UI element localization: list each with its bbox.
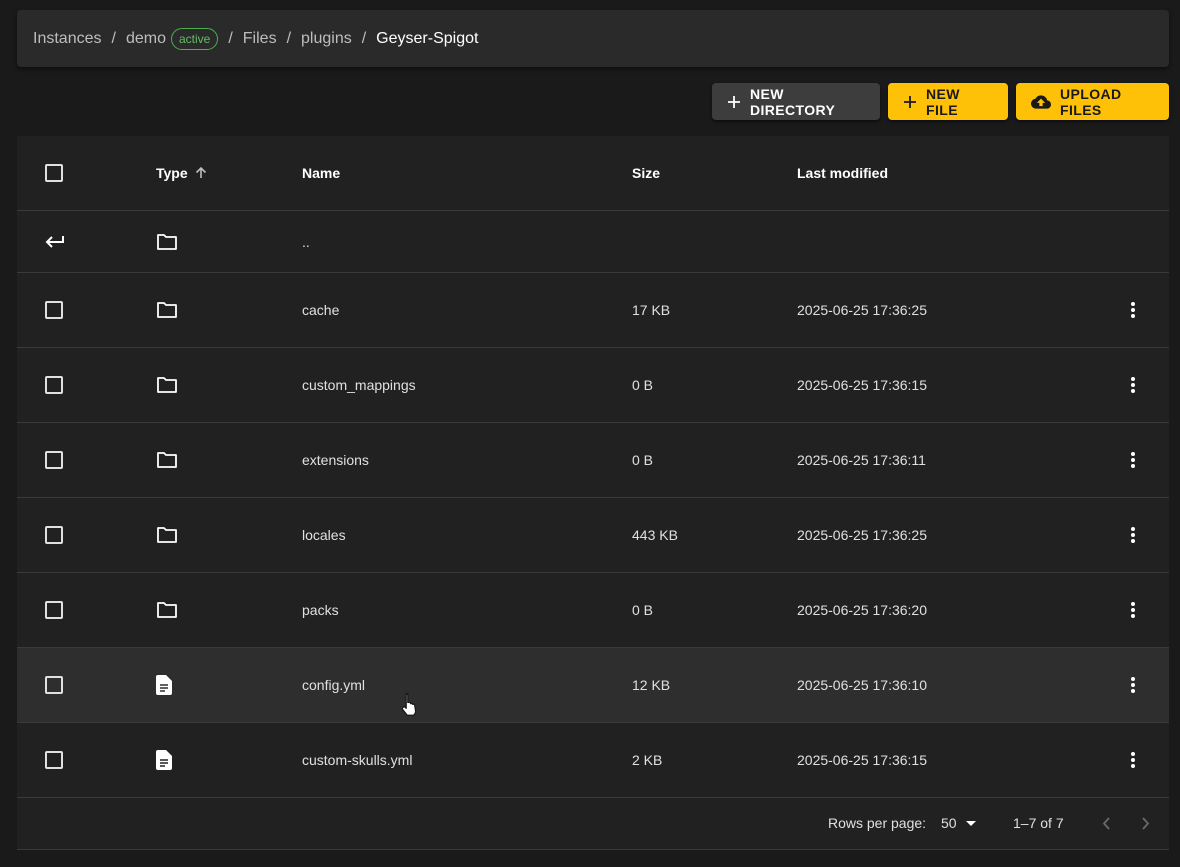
new-directory-button[interactable]: New Directory: [712, 83, 880, 120]
breadcrumb-current: Geyser-Spigot: [376, 29, 479, 47]
table-header: Type Name Size Last modified: [17, 136, 1169, 211]
folder-icon: [156, 498, 178, 572]
more-vert-icon[interactable]: [1121, 523, 1145, 547]
breadcrumb-separator: /: [228, 29, 233, 47]
file-name: locales: [302, 527, 346, 543]
file-modified: 2025-06-25 17:36:15: [797, 752, 927, 768]
arrow-up-icon: [194, 166, 208, 180]
more-vert-icon[interactable]: [1121, 673, 1145, 697]
arrow-drop-down-icon: [965, 820, 976, 826]
folder-icon: [156, 273, 178, 347]
more-vert-icon[interactable]: [1121, 373, 1145, 397]
type-column-header[interactable]: Type: [156, 136, 208, 210]
return-icon: [45, 211, 65, 272]
chevron-right-icon[interactable]: [1136, 797, 1156, 849]
name-column-header[interactable]: Name: [302, 136, 340, 210]
file-name: custom-skulls.yml: [302, 752, 413, 768]
type-header-label: Type: [156, 165, 188, 181]
more-vert-icon[interactable]: [1121, 598, 1145, 622]
file-name: config.yml: [302, 677, 366, 693]
file-name: custom_mappings: [302, 377, 416, 393]
file-size: 443 KB: [632, 527, 678, 543]
new-file-label: New File: [926, 85, 960, 118]
table-row[interactable]: extensions 0 B 2025-06-25 17:36:11: [17, 423, 1169, 498]
row-checkbox[interactable]: [45, 751, 63, 769]
folder-icon: [156, 211, 178, 272]
table-row[interactable]: cache 17 KB 2025-06-25 17:36:25: [17, 273, 1169, 348]
rows-per-page-value: 50: [941, 815, 957, 831]
table-row[interactable]: locales 443 KB 2025-06-25 17:36:25: [17, 498, 1169, 573]
file-size: 0 B: [632, 602, 654, 618]
chevron-left-icon[interactable]: [1096, 797, 1116, 849]
rows-per-page-label: Rows per page:: [828, 815, 927, 831]
status-badge: active: [170, 27, 219, 50]
folder-icon: [156, 573, 178, 647]
file-modified: 2025-06-25 17:36:15: [797, 377, 927, 393]
breadcrumb-plugins[interactable]: plugins: [301, 30, 352, 48]
table-row[interactable]: packs 0 B 2025-06-25 17:36:20: [17, 573, 1169, 648]
toolbar: New Directory New File Upload Files: [712, 83, 1169, 120]
file-name: cache: [302, 302, 340, 318]
file-size: 2 KB: [632, 752, 663, 768]
table-row[interactable]: custom-skulls.yml 2 KB 2025-06-25 17:36:…: [17, 723, 1169, 798]
file-name: packs: [302, 602, 339, 618]
folder-icon: [156, 348, 178, 422]
more-vert-icon[interactable]: [1121, 298, 1145, 322]
file-modified: 2025-06-25 17:36:25: [797, 527, 927, 543]
breadcrumb-files[interactable]: Files: [243, 30, 277, 48]
file-name: extensions: [302, 452, 369, 468]
plus-icon: [727, 95, 741, 109]
row-checkbox[interactable]: [45, 526, 63, 544]
file-size: 17 KB: [632, 302, 671, 318]
parent-directory-row[interactable]: ..: [17, 211, 1169, 273]
file-icon: [156, 723, 172, 797]
more-vert-icon[interactable]: [1121, 448, 1145, 472]
upload-files-label: Upload Files: [1060, 85, 1122, 118]
more-vert-icon[interactable]: [1121, 748, 1145, 772]
row-checkbox[interactable]: [45, 676, 63, 694]
breadcrumb-instances[interactable]: Instances: [33, 30, 101, 48]
file-size: 12 KB: [632, 677, 671, 693]
size-column-header[interactable]: Size: [632, 136, 660, 210]
select-all-checkbox[interactable]: [45, 164, 63, 182]
file-modified: 2025-06-25 17:36:10: [797, 677, 927, 693]
upload-files-button[interactable]: Upload Files: [1016, 83, 1169, 120]
pagination-range: 1–7 of 7: [1013, 815, 1064, 831]
row-checkbox[interactable]: [45, 451, 63, 469]
file-table: Type Name Size Last modified .. cache 17…: [17, 136, 1169, 850]
file-size: 0 B: [632, 452, 654, 468]
parent-directory-name: ..: [302, 233, 310, 250]
file-modified: 2025-06-25 17:36:25: [797, 302, 927, 318]
breadcrumb-separator: /: [111, 29, 116, 47]
modified-column-header[interactable]: Last modified: [797, 136, 888, 210]
row-checkbox[interactable]: [45, 601, 63, 619]
rows-per-page-select[interactable]: 50: [941, 797, 976, 849]
new-file-button[interactable]: New File: [888, 83, 1008, 120]
row-checkbox[interactable]: [45, 376, 63, 394]
new-directory-label: New Directory: [750, 85, 836, 118]
cloud-upload-icon: [1031, 94, 1051, 109]
row-checkbox[interactable]: [45, 301, 63, 319]
file-modified: 2025-06-25 17:36:20: [797, 602, 927, 618]
breadcrumb-separator: /: [361, 29, 367, 47]
file-modified: 2025-06-25 17:36:11: [797, 452, 926, 468]
table-row[interactable]: config.yml 12 KB 2025-06-25 17:36:10: [17, 648, 1169, 723]
file-size: 0 B: [632, 377, 654, 393]
breadcrumb-demo[interactable]: demo: [126, 30, 166, 48]
breadcrumb: Instances / demo active / Files / plugin…: [17, 10, 1169, 67]
folder-icon: [156, 423, 178, 497]
table-row[interactable]: custom_mappings 0 B 2025-06-25 17:36:15: [17, 348, 1169, 423]
breadcrumb-separator: /: [286, 29, 292, 47]
file-icon: [156, 648, 172, 722]
pagination: Rows per page: 50 1–7 of 7: [17, 797, 1169, 850]
plus-icon: [903, 95, 917, 109]
